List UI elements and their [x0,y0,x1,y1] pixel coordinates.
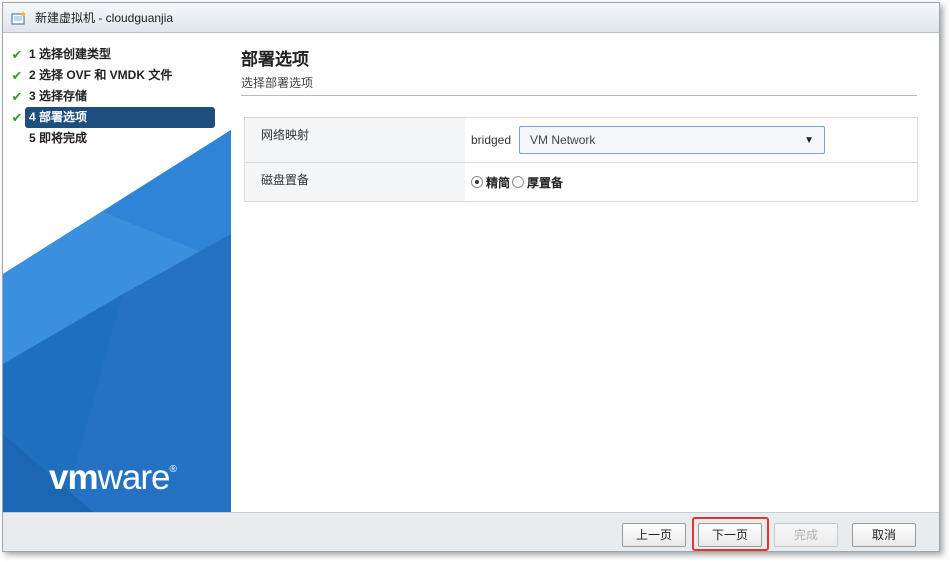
network-mapping-label: 网络映射 [245,118,465,162]
wizard-step-label: 3 选择存储 [29,89,88,103]
new-vm-icon [11,10,26,25]
page-subtitle: 选择部署选项 [241,76,314,90]
vmware-logo: vmware® [49,458,177,497]
caret-down-icon: ▼ [804,134,815,146]
prev-button[interactable]: 上一页 [622,523,686,547]
wizard-step-label: 1 选择创建类型 [29,47,112,61]
title-bar: 新建虚拟机 - cloudguanjia [3,3,939,33]
next-button[interactable]: 下一页 [698,523,762,547]
network-select-value: VM Network [530,133,596,147]
divider [241,95,917,96]
wizard-step-3[interactable]: ✔ 3 选择存储 [9,86,215,107]
wizard-step-2[interactable]: ✔ 2 选择 OVF 和 VMDK 文件 [9,65,215,86]
cancel-button[interactable]: 取消 [852,523,916,547]
wizard-step-label: 5 即将完成 [29,131,88,145]
source-network-name: bridged [471,133,512,147]
checkmark-icon: ✔ [11,67,23,83]
disk-provisioning-label: 磁盘置备 [245,163,465,201]
network-mapping-value: bridged VM Network ▼ [465,118,917,162]
wizard-step-label: 4 部署选项 [25,107,215,128]
checkmark-icon: ✔ [11,88,23,104]
radio-selected-icon [471,176,483,188]
wizard-step-5[interactable]: 5 即将完成 [9,128,215,149]
thick-provision-label: 厚置备 [527,175,564,190]
new-vm-dialog: 新建虚拟机 - cloudguanjia ✔ 1 选择创建类型 ✔ 2 选择 O… [2,2,940,552]
network-select[interactable]: VM Network ▼ [519,126,826,154]
finish-button[interactable]: 完成 [774,523,838,547]
wizard-step-4[interactable]: ✔ 4 部署选项 [9,107,215,128]
deployment-options-table: 网络映射 bridged VM Network ▼ 磁盘置备 精简 厚置备 [244,117,918,202]
wizard-content: 部署选项 选择部署选项 网络映射 bridged VM Network ▼ 磁盘… [241,34,921,512]
wizard-step-1[interactable]: ✔ 1 选择创建类型 [9,44,215,65]
thin-provision-label: 精简 [486,175,511,190]
wizard-steps: ✔ 1 选择创建类型 ✔ 2 选择 OVF 和 VMDK 文件 ✔ 3 选择存储… [9,44,215,149]
checkmark-icon: ✔ [11,109,23,125]
thick-provision-radio[interactable]: 厚置备 [512,174,563,191]
thin-provision-radio[interactable]: 精简 [471,174,510,191]
wizard-step-label: 2 选择 OVF 和 VMDK 文件 [29,68,173,82]
radio-unselected-icon [512,176,525,188]
disk-provisioning-value: 精简 厚置备 [465,163,917,201]
checkmark-icon: ✔ [11,46,23,62]
page-title: 部署选项 [241,50,309,69]
disk-provisioning-row: 磁盘置备 精简 厚置备 [245,162,917,201]
wizard-sidebar: ✔ 1 选择创建类型 ✔ 2 选择 OVF 和 VMDK 文件 ✔ 3 选择存储… [3,34,231,512]
network-mapping-row: 网络映射 bridged VM Network ▼ [245,118,917,162]
wizard-footer: 上一页 下一页 完成 取消 [3,512,939,551]
window-title: 新建虚拟机 - cloudguanjia [35,11,174,25]
